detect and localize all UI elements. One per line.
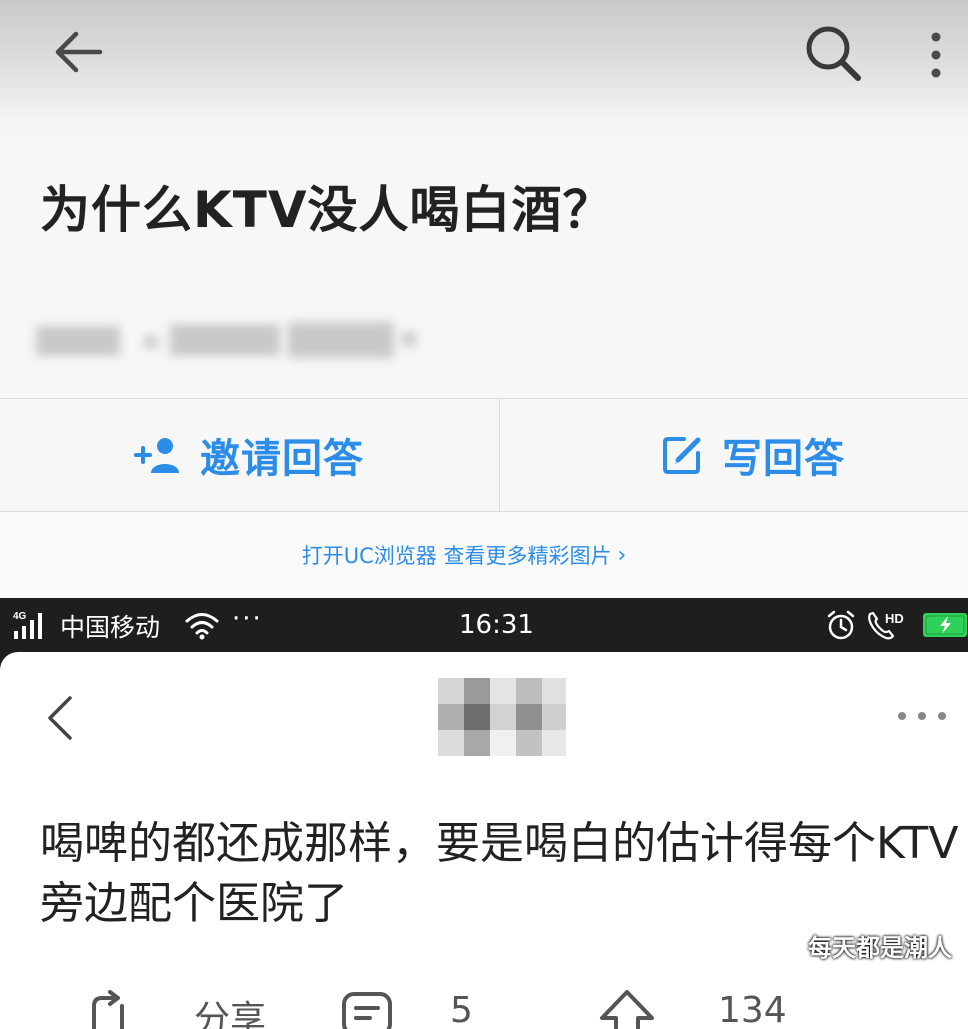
status-more-dots: ··· [232,604,263,634]
share-label[interactable]: 分享 [194,990,266,1029]
edit-icon [663,437,701,474]
comment-icon[interactable] [340,990,394,1029]
write-answer-label: 写回答 [722,436,845,482]
status-time: 16:31 [459,610,534,640]
question-meta-blurred [32,316,422,364]
chevron-right-icon: › [617,542,627,568]
signal-icon: 4G [13,611,42,639]
question-actions: 邀请回答 写回答 [0,398,968,512]
alarm-icon [827,610,855,640]
question-screenshot: 为什么KTV没人喝白酒？ 邀请回答 写回答 打开UC浏览器 查看更多精彩图片 › [0,0,968,598]
like-count: 134 [718,990,787,1029]
battery-icon [923,613,967,637]
action-divider [499,399,500,511]
watermark-text: 每天都是潮人 [808,934,952,962]
like-icon[interactable] [596,990,658,1029]
answer-screenshot: 4G 中国移动 ··· 16:31 HD 喝啤的都还成那样，要是喝白的估计得每个… [0,598,968,1029]
uc-browser-banner[interactable]: 打开UC浏览器 查看更多精彩图片 › [0,512,968,598]
question-card: 为什么KTV没人喝白酒？ [0,140,968,398]
chevron-left-icon[interactable] [40,692,80,744]
more-horizontal-icon[interactable] [894,706,950,726]
share-icon[interactable] [84,990,138,1029]
hd-call-icon: HD [868,611,904,640]
more-vertical-icon[interactable] [924,30,948,84]
invite-person-icon [134,438,179,473]
avatar [438,678,566,756]
invite-answer-label: 邀请回答 [200,436,364,482]
answer-text: 喝啤的都还成那样，要是喝白的估计得每个KTV旁边配个医院了 [40,818,959,929]
status-bar: 4G 中国移动 ··· 16:31 HD [0,598,968,652]
answer-page: 喝啤的都还成那样，要是喝白的估计得每个KTV旁边配个医院了 分享 5 134 [0,652,968,1029]
wifi-icon [185,613,219,640]
uc-banner-text: 打开UC浏览器 查看更多精彩图片 [301,544,612,568]
top-header [0,0,968,140]
invite-answer-button[interactable]: 邀请回答 [134,425,364,485]
question-title[interactable]: 为什么KTV没人喝白酒？ [40,180,940,240]
network-type: 4G [13,611,27,622]
write-answer-button[interactable]: 写回答 [660,425,845,485]
comment-count: 5 [450,990,473,1029]
carrier-name: 中国移动 [60,613,161,642]
answer-footer: 分享 5 134 [0,990,968,1029]
search-icon[interactable] [802,22,864,84]
hd-label: HD [885,611,904,626]
back-arrow-icon[interactable] [50,24,106,80]
